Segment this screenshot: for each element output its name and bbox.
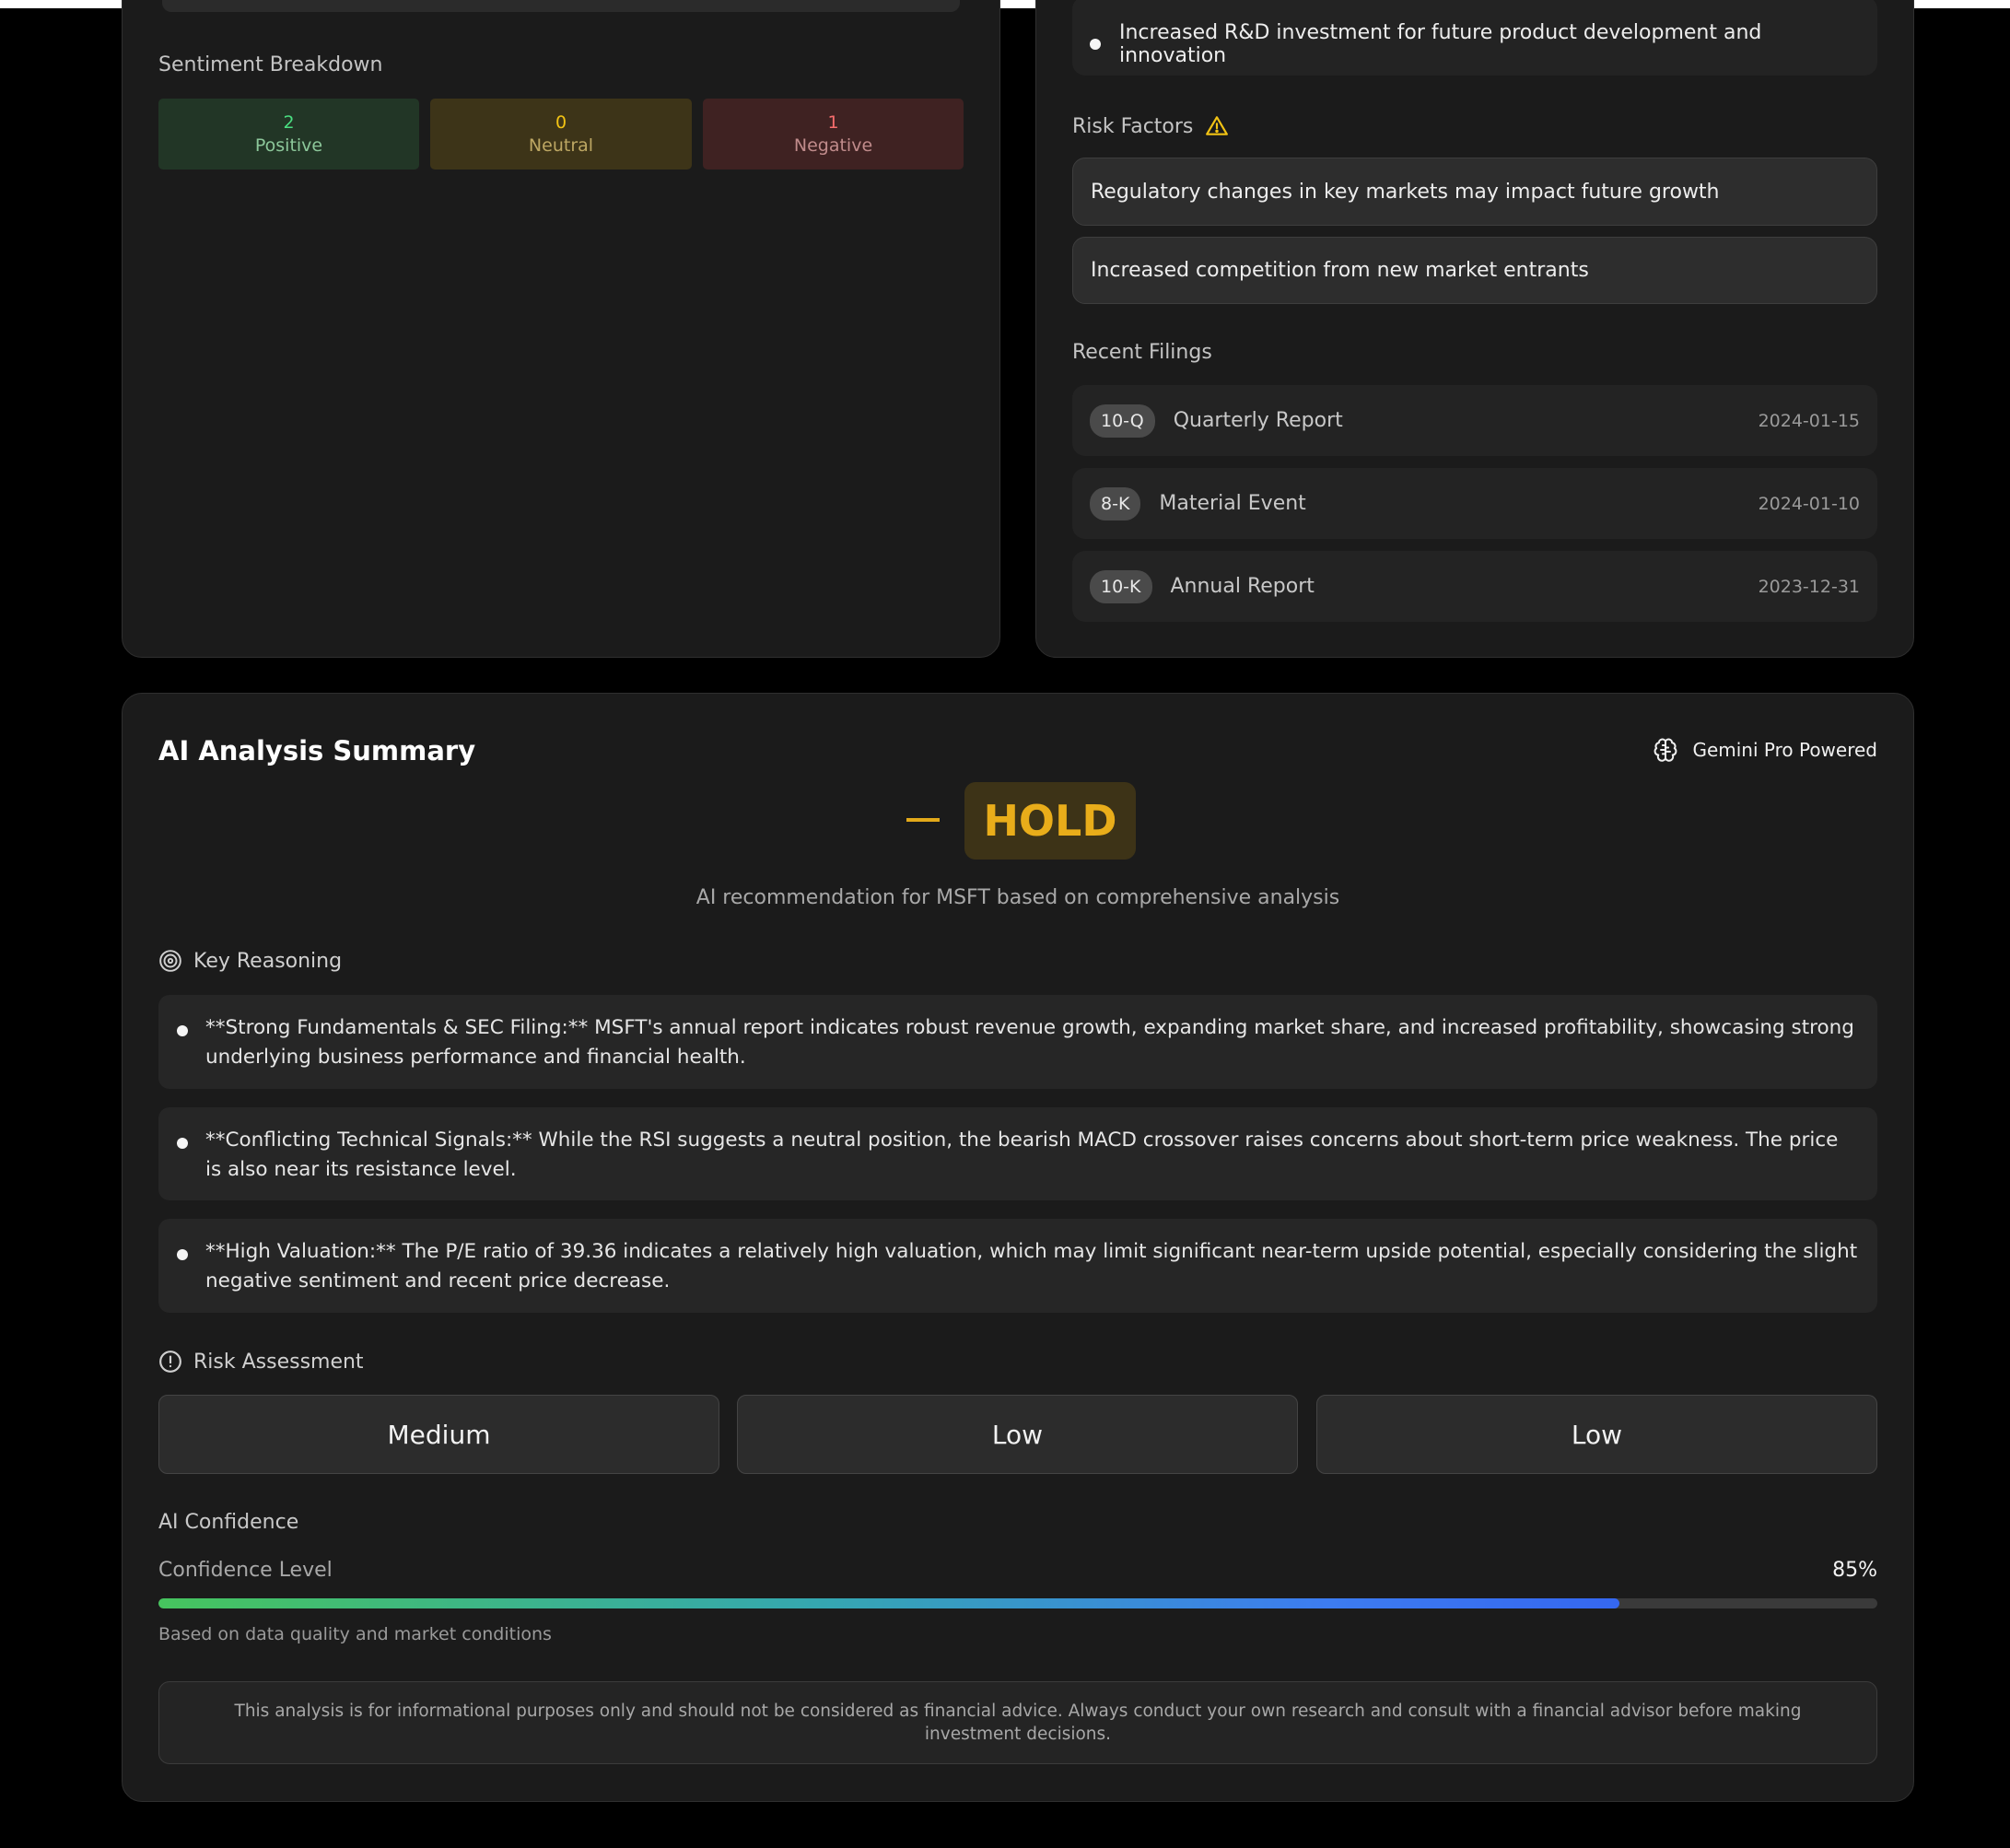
neutral-count: 0: [555, 111, 567, 133]
recommendation-badge: HOLD: [964, 782, 1136, 860]
filing-type-badge: 8-K: [1090, 486, 1141, 520]
risk-assessment-title: Risk Assessment: [193, 1350, 364, 1374]
key-reasoning-heading: Key Reasoning: [158, 949, 342, 973]
positive-count: 2: [283, 111, 295, 133]
reasoning-item: **High Valuation:** The P/E ratio of 39.…: [158, 1219, 1877, 1313]
sentiment-title: Sentiment Breakdown: [158, 53, 383, 76]
filing-row[interactable]: 10-Q Quarterly Report 2024-01-15: [1072, 385, 1877, 456]
confidence-percentage: 85%: [1832, 1559, 1877, 1582]
bullet-dot: [177, 1249, 188, 1260]
filing-name: Annual Report: [1170, 575, 1315, 598]
risk-level-box: Low: [1316, 1395, 1877, 1474]
reasoning-item: **Strong Fundamentals & SEC Filing:** MS…: [158, 995, 1877, 1089]
reasoning-text: **Strong Fundamentals & SEC Filing:** MS…: [205, 1016, 1854, 1069]
recommendation-subtitle: AI recommendation for MSFT based on comp…: [695, 886, 1340, 909]
risk-factor-item: Regulatory changes in key markets may im…: [1072, 158, 1877, 226]
reasoning-item: **Conflicting Technical Signals:** While…: [158, 1107, 1877, 1200]
disclaimer-text: This analysis is for informational purpo…: [234, 1702, 1802, 1744]
neutral-label: Neutral: [528, 135, 594, 156]
positive-label: Positive: [254, 135, 323, 156]
gemini-powered-text: Gemini Pro Powered: [1692, 739, 1877, 761]
risk-level-box: Medium: [158, 1395, 719, 1474]
filing-date: 2023-12-31: [1758, 576, 1860, 597]
ai-confidence-title: AI Confidence: [158, 1511, 299, 1534]
filing-date: 2024-01-10: [1758, 493, 1860, 514]
risk-factor-text: Increased competition from new market en…: [1091, 259, 1589, 282]
filing-date: 2024-01-15: [1758, 410, 1860, 431]
negative-count: 1: [827, 111, 839, 133]
gemini-powered-label: Gemini Pro Powered: [1652, 736, 1877, 764]
bullet-dot: [1090, 39, 1101, 50]
sentiment-negative: 1 Negative: [703, 99, 964, 170]
recent-filings-title: Recent Filings: [1072, 341, 1212, 364]
bullet-dot: [177, 1025, 188, 1036]
bullet-dot: [177, 1138, 188, 1149]
warning-icon: [1206, 116, 1229, 135]
filing-row[interactable]: 10-K Annual Report 2023-12-31: [1072, 551, 1877, 622]
recommendation-symbol: [906, 818, 940, 822]
filing-row[interactable]: 8-K Material Event 2024-01-10: [1072, 468, 1877, 539]
filing-type-badge: 10-K: [1090, 569, 1152, 603]
negative-label: Negative: [793, 135, 873, 156]
confidence-level-label: Confidence Level: [158, 1559, 333, 1582]
confidence-progress-bar: [158, 1598, 1877, 1608]
brain-icon: [1654, 738, 1677, 762]
risk-factors-title: Risk Factors: [1072, 114, 1194, 138]
sentiment-neutral: 0 Neutral: [430, 99, 692, 170]
ai-summary-title: AI Analysis Summary: [158, 735, 476, 766]
disclaimer: This analysis is for informational purpo…: [158, 1681, 1877, 1764]
risk-factor-text: Regulatory changes in key markets may im…: [1091, 180, 1720, 204]
confidence-note: Based on data quality and market conditi…: [158, 1624, 552, 1644]
highlight-text: Increased R&D investment for future prod…: [1119, 21, 1762, 67]
target-icon: [159, 950, 181, 972]
risk-factors-heading: Risk Factors: [1072, 114, 1230, 138]
filing-type-badge: 10-Q: [1090, 404, 1155, 438]
reasoning-text: **Conflicting Technical Signals:** While…: [205, 1129, 1839, 1181]
risk-assessment-heading: Risk Assessment: [158, 1350, 364, 1374]
filing-name: Material Event: [1159, 492, 1306, 515]
sentiment-positive: 2 Positive: [158, 99, 419, 170]
reasoning-text: **High Valuation:** The P/E ratio of 39.…: [205, 1240, 1858, 1292]
highlight-item: Increased R&D investment for future prod…: [1072, 0, 1877, 76]
alert-circle-icon: [159, 1351, 181, 1373]
filing-name: Quarterly Report: [1173, 409, 1343, 432]
risk-level-box: Low: [737, 1395, 1298, 1474]
risk-factor-item: Increased competition from new market en…: [1072, 237, 1877, 304]
key-reasoning-title: Key Reasoning: [193, 949, 343, 973]
previous-card-edge: [162, 0, 960, 12]
confidence-progress-fill: [158, 1598, 1620, 1608]
